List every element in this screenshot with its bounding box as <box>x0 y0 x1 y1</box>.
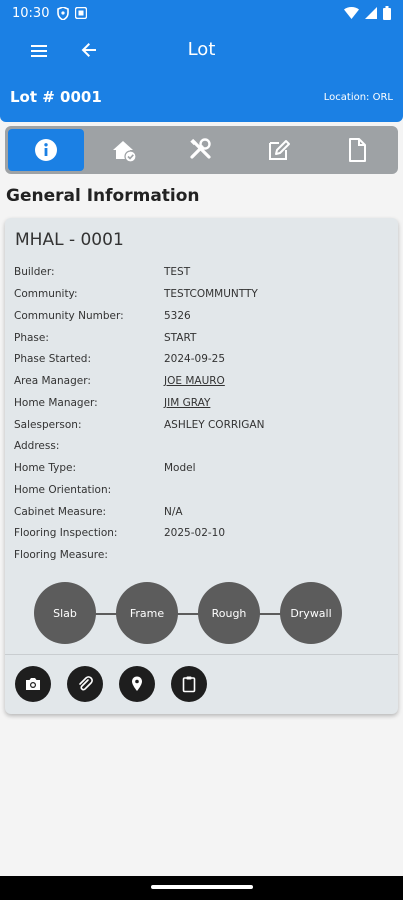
info-value: 2025-02-10 <box>164 527 226 539</box>
info-row-salesperson: Salesperson: ASHLEY CORRIGAN <box>14 419 384 439</box>
camera-icon <box>26 678 40 690</box>
tools-icon <box>190 138 212 159</box>
home-manager-link[interactable]: JIM GRAY <box>164 397 210 409</box>
tab-documents[interactable] <box>319 129 395 171</box>
lot-number: Lot # 0001 <box>10 88 102 106</box>
tab-tools[interactable] <box>164 129 240 171</box>
lot-info-card: MHAL - 0001 Builder: TEST Community: TES… <box>5 218 398 714</box>
info-row-community: Community: TESTCOMMUNTTY <box>14 288 384 308</box>
camera-button[interactable] <box>15 666 51 702</box>
area-manager-link[interactable]: JOE MAURO <box>164 375 225 387</box>
info-label: Cabinet Measure: <box>14 506 107 518</box>
info-label: Community Number: <box>14 310 124 322</box>
info-value: N/A <box>164 506 183 518</box>
wifi-icon <box>344 7 359 19</box>
attachment-button[interactable] <box>67 666 103 702</box>
info-value: Model <box>164 462 196 474</box>
info-label: Builder: <box>14 266 55 278</box>
location-button[interactable] <box>119 666 155 702</box>
info-value: TEST <box>164 266 191 278</box>
info-value: ASHLEY CORRIGAN <box>164 419 265 431</box>
clipboard-button[interactable] <box>171 666 207 702</box>
info-label: Community: <box>14 288 78 300</box>
status-bar: 10:30 <box>0 0 403 26</box>
stage-rough[interactable]: Rough <box>198 582 260 644</box>
info-row-flooring-measure: Flooring Measure: <box>14 549 384 569</box>
home-check-icon <box>112 141 137 163</box>
info-value: START <box>164 332 197 344</box>
location-label: Location: ORL <box>323 92 393 103</box>
location-pin-icon <box>132 676 142 691</box>
info-label: Flooring Inspection: <box>14 527 118 539</box>
info-row-builder: Builder: TEST <box>14 266 384 286</box>
clipboard-icon <box>182 676 196 693</box>
info-value: 2024-09-25 <box>164 353 226 365</box>
system-nav-bar <box>0 876 403 900</box>
info-row-phase-started: Phase Started: 2024-09-25 <box>14 353 384 373</box>
app-bar: Lot <box>0 26 403 76</box>
signal-icon <box>365 7 377 19</box>
info-row-address: Address: <box>14 440 384 460</box>
status-time: 10:30 <box>12 5 50 21</box>
info-label: Address: <box>14 440 60 452</box>
card-title: MHAL - 0001 <box>15 230 124 250</box>
lot-header: Lot # 0001 Location: ORL <box>0 76 403 122</box>
info-icon <box>34 139 57 161</box>
paperclip-icon <box>79 676 93 691</box>
shield-icon <box>57 6 70 20</box>
info-row-home-type: Home Type: Model <box>14 462 384 482</box>
info-row-home-manager: Home Manager: JIM GRAY <box>14 397 384 417</box>
edit-icon <box>269 140 291 160</box>
info-label: Home Orientation: <box>14 484 112 496</box>
info-label: Phase Started: <box>14 353 92 365</box>
tab-info[interactable] <box>8 129 84 171</box>
info-value: TESTCOMMUNTTY <box>164 288 258 300</box>
stage-frame[interactable]: Frame <box>116 582 178 644</box>
info-label: Home Manager: <box>14 397 98 409</box>
stage-progress: Slab Frame Rough Drywall <box>5 582 398 646</box>
info-label: Area Manager: <box>14 375 91 387</box>
lot-tabs <box>5 126 398 174</box>
home-gesture-handle[interactable] <box>151 885 253 889</box>
info-row-cabinet-measure: Cabinet Measure: N/A <box>14 506 384 526</box>
info-row-community-number: Community Number: 5326 <box>14 310 384 330</box>
tab-home-status[interactable] <box>86 129 162 171</box>
card-divider <box>5 654 398 655</box>
section-title: General Information <box>6 186 200 206</box>
page-title: Lot <box>187 39 216 60</box>
info-row-area-manager: Area Manager: JOE MAURO <box>14 375 384 395</box>
battery-icon <box>383 6 391 20</box>
document-icon <box>349 138 367 162</box>
notification-app-icon <box>75 7 88 19</box>
info-row-flooring-inspection: Flooring Inspection: 2025-02-10 <box>14 527 384 547</box>
tab-edit[interactable] <box>241 129 317 171</box>
stage-slab[interactable]: Slab <box>34 582 96 644</box>
info-label: Salesperson: <box>14 419 82 431</box>
card-actions <box>15 666 207 702</box>
stage-drywall[interactable]: Drywall <box>280 582 342 644</box>
info-label: Home Type: <box>14 462 77 474</box>
info-label: Phase: <box>14 332 49 344</box>
info-value: 5326 <box>164 310 191 322</box>
info-label: Flooring Measure: <box>14 549 108 561</box>
info-row-home-orientation: Home Orientation: <box>14 484 384 504</box>
info-row-phase: Phase: START <box>14 332 384 352</box>
